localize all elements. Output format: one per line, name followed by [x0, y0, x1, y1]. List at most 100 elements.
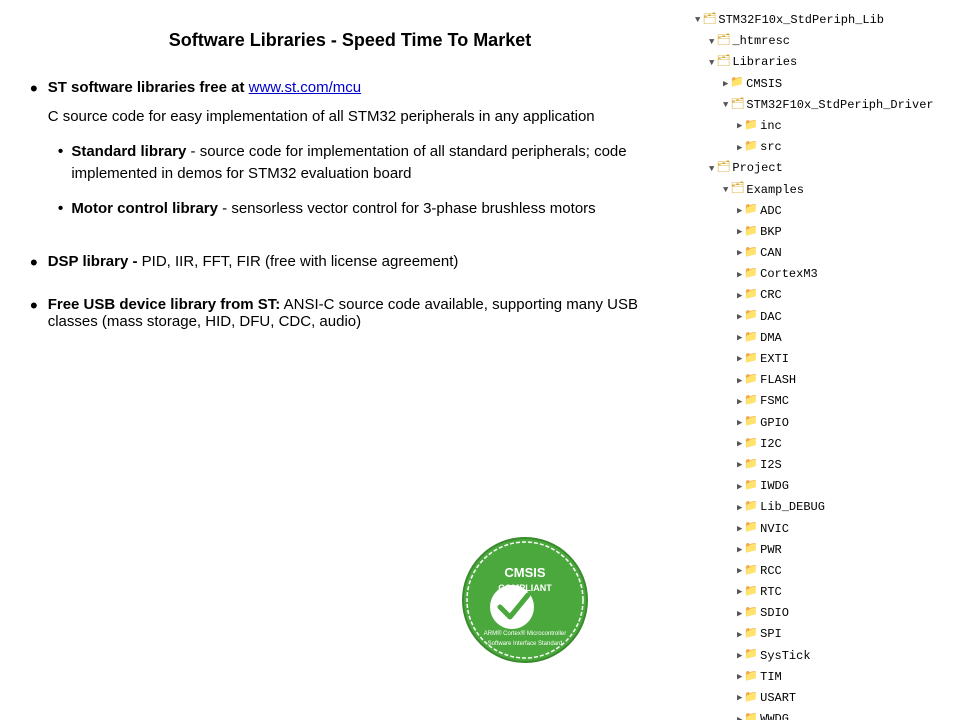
tree-item-27[interactable]: ▶📁RTC: [695, 582, 955, 603]
folder-icon-31: 📁: [744, 669, 758, 687]
folder-icon-10: 📁: [744, 224, 758, 242]
tree-item-16[interactable]: ▶📁EXTI: [695, 349, 955, 370]
folder-icon-2: 🗂: [716, 54, 730, 72]
expand-icon-32: ▶: [737, 691, 742, 705]
tree-item-label-13: CRC: [760, 286, 782, 305]
tree-item-10[interactable]: ▶📁BKP: [695, 222, 955, 243]
tree-item-label-19: GPIO: [760, 414, 789, 433]
tree-item-23[interactable]: ▶📁Lib_DEBUG: [695, 497, 955, 518]
inner-bold-2: Motor control library: [71, 200, 218, 217]
expand-icon-12: ▶: [737, 268, 742, 282]
tree-item-label-14: DAC: [760, 308, 782, 327]
tree-item-label-29: SPI: [760, 625, 782, 644]
tree-item-31[interactable]: ▶📁TIM: [695, 667, 955, 688]
tree-item-17[interactable]: ▶📁FLASH: [695, 370, 955, 391]
folder-icon-23: 📁: [744, 499, 758, 517]
tree-item-20[interactable]: ▶📁I2C: [695, 434, 955, 455]
folder-icon-14: 📁: [744, 308, 758, 326]
tree-item-26[interactable]: ▶📁RCC: [695, 561, 955, 582]
expand-icon-0: ▼: [695, 13, 700, 27]
expand-icon-18: ▶: [737, 395, 742, 409]
tree-item-9[interactable]: ▶📁ADC: [695, 201, 955, 222]
main-container: Software Libraries - Speed Time To Marke…: [0, 0, 960, 720]
file-tree-sidebar: ▼🗂STM32F10x_StdPeriph_Lib▼🗂_htmresc▼🗂Lib…: [690, 0, 960, 720]
inner-bold-1: Standard library: [71, 143, 186, 160]
tree-item-label-31: TIM: [760, 668, 782, 687]
tree-item-7[interactable]: ▼🗂Project: [695, 158, 955, 179]
folder-icon-26: 📁: [744, 563, 758, 581]
folder-icon-22: 📁: [744, 478, 758, 496]
folder-icon-25: 📁: [744, 541, 758, 559]
folder-icon-15: 📁: [744, 330, 758, 348]
tree-item-15[interactable]: ▶📁DMA: [695, 328, 955, 349]
tree-item-24[interactable]: ▶📁NVIC: [695, 519, 955, 540]
folder-icon-12: 📁: [744, 266, 758, 284]
expand-icon-16: ▶: [737, 352, 742, 366]
expand-icon-31: ▶: [737, 670, 742, 684]
tree-item-25[interactable]: ▶📁PWR: [695, 540, 955, 561]
inner-text-2: - sensorless vector control for 3-phase …: [218, 200, 596, 217]
folder-icon-33: 📁: [744, 711, 758, 720]
folder-icon-13: 📁: [744, 287, 758, 305]
tree-item-label-0: STM32F10x_StdPeriph_Lib: [718, 11, 884, 30]
tree-item-label-10: BKP: [760, 223, 782, 242]
tree-item-33[interactable]: ▶📁WWDG: [695, 709, 955, 720]
expand-icon-9: ▶: [737, 204, 742, 218]
tree-item-label-11: CAN: [760, 244, 782, 263]
tree-item-6[interactable]: ▶📁src: [695, 137, 955, 158]
tree-item-14[interactable]: ▶📁DAC: [695, 307, 955, 328]
expand-icon-23: ▶: [737, 501, 742, 515]
tree-item-21[interactable]: ▶📁I2S: [695, 455, 955, 476]
expand-icon-11: ▶: [737, 246, 742, 260]
bullet-content-3: Free USB device library from ST: ANSI-C …: [48, 296, 670, 330]
tree-item-8[interactable]: ▼🗂Examples: [695, 180, 955, 201]
expand-icon-1: ▼: [709, 35, 714, 49]
tree-item-11[interactable]: ▶📁CAN: [695, 243, 955, 264]
tree-item-label-18: FSMC: [760, 392, 789, 411]
tree-item-label-5: inc: [760, 117, 782, 136]
tree-item-label-32: USART: [760, 689, 796, 708]
tree-item-28[interactable]: ▶📁SDIO: [695, 603, 955, 624]
tree-item-19[interactable]: ▶📁GPIO: [695, 413, 955, 434]
tree-item-18[interactable]: ▶📁FSMC: [695, 391, 955, 412]
expand-icon-6: ▶: [737, 141, 742, 155]
tree-item-3[interactable]: ▶📁CMSIS: [695, 74, 955, 95]
tree-item-22[interactable]: ▶📁IWDG: [695, 476, 955, 497]
folder-icon-32: 📁: [744, 690, 758, 708]
bullet2-text: PID, IIR, FFT, FIR (free with license ag…: [142, 253, 459, 270]
folder-icon-5: 📁: [744, 118, 758, 136]
tree-item-13[interactable]: ▶📁CRC: [695, 285, 955, 306]
folder-icon-4: 🗂: [730, 97, 744, 115]
expand-icon-19: ▶: [737, 416, 742, 430]
tree-item-label-23: Lib_DEBUG: [760, 498, 825, 517]
folder-icon-8: 🗂: [730, 181, 744, 199]
page-title: Software Libraries - Speed Time To Marke…: [30, 30, 670, 51]
tree-item-label-9: ADC: [760, 202, 782, 221]
cmsis-badge: CMSIS COMPLIANT ARM® Cortex® Microcontro…: [460, 535, 590, 665]
tree-item-label-2: Libraries: [732, 53, 797, 72]
tree-item-5[interactable]: ▶📁inc: [695, 116, 955, 137]
tree-item-label-16: EXTI: [760, 350, 789, 369]
folder-icon-20: 📁: [744, 436, 758, 454]
tree-item-29[interactable]: ▶📁SPI: [695, 624, 955, 645]
bullet-content-1: ST software libraries free at www.st.com…: [48, 79, 670, 233]
tree-item-label-22: IWDG: [760, 477, 789, 496]
tree-item-30[interactable]: ▶📁SysTick: [695, 646, 955, 667]
bullet-content-2: DSP library - PID, IIR, FFT, FIR (free w…: [48, 253, 670, 270]
inner-bullet-list-1: • Standard library - source code for imp…: [58, 141, 670, 221]
bullet-item-1: • ST software libraries free at www.st.c…: [30, 79, 670, 233]
folder-icon-16: 📁: [744, 351, 758, 369]
tree-item-32[interactable]: ▶📁USART: [695, 688, 955, 709]
bullet1-link[interactable]: www.st.com/mcu: [249, 79, 362, 96]
tree-item-0[interactable]: ▼🗂STM32F10x_StdPeriph_Lib: [695, 10, 955, 31]
tree-item-12[interactable]: ▶📁CortexM3: [695, 264, 955, 285]
expand-icon-20: ▶: [737, 437, 742, 451]
tree-item-label-30: SysTick: [760, 647, 810, 666]
tree-item-1[interactable]: ▼🗂_htmresc: [695, 31, 955, 52]
tree-item-2[interactable]: ▼🗂Libraries: [695, 52, 955, 73]
svg-text:COMPLIANT: COMPLIANT: [498, 583, 552, 593]
tree-item-4[interactable]: ▼🗂STM32F10x_StdPeriph_Driver: [695, 95, 955, 116]
folder-icon-0: 🗂: [702, 12, 716, 30]
folder-icon-17: 📁: [744, 372, 758, 390]
bullet-main-text-2: DSP library - PID, IIR, FFT, FIR (free w…: [48, 253, 670, 270]
